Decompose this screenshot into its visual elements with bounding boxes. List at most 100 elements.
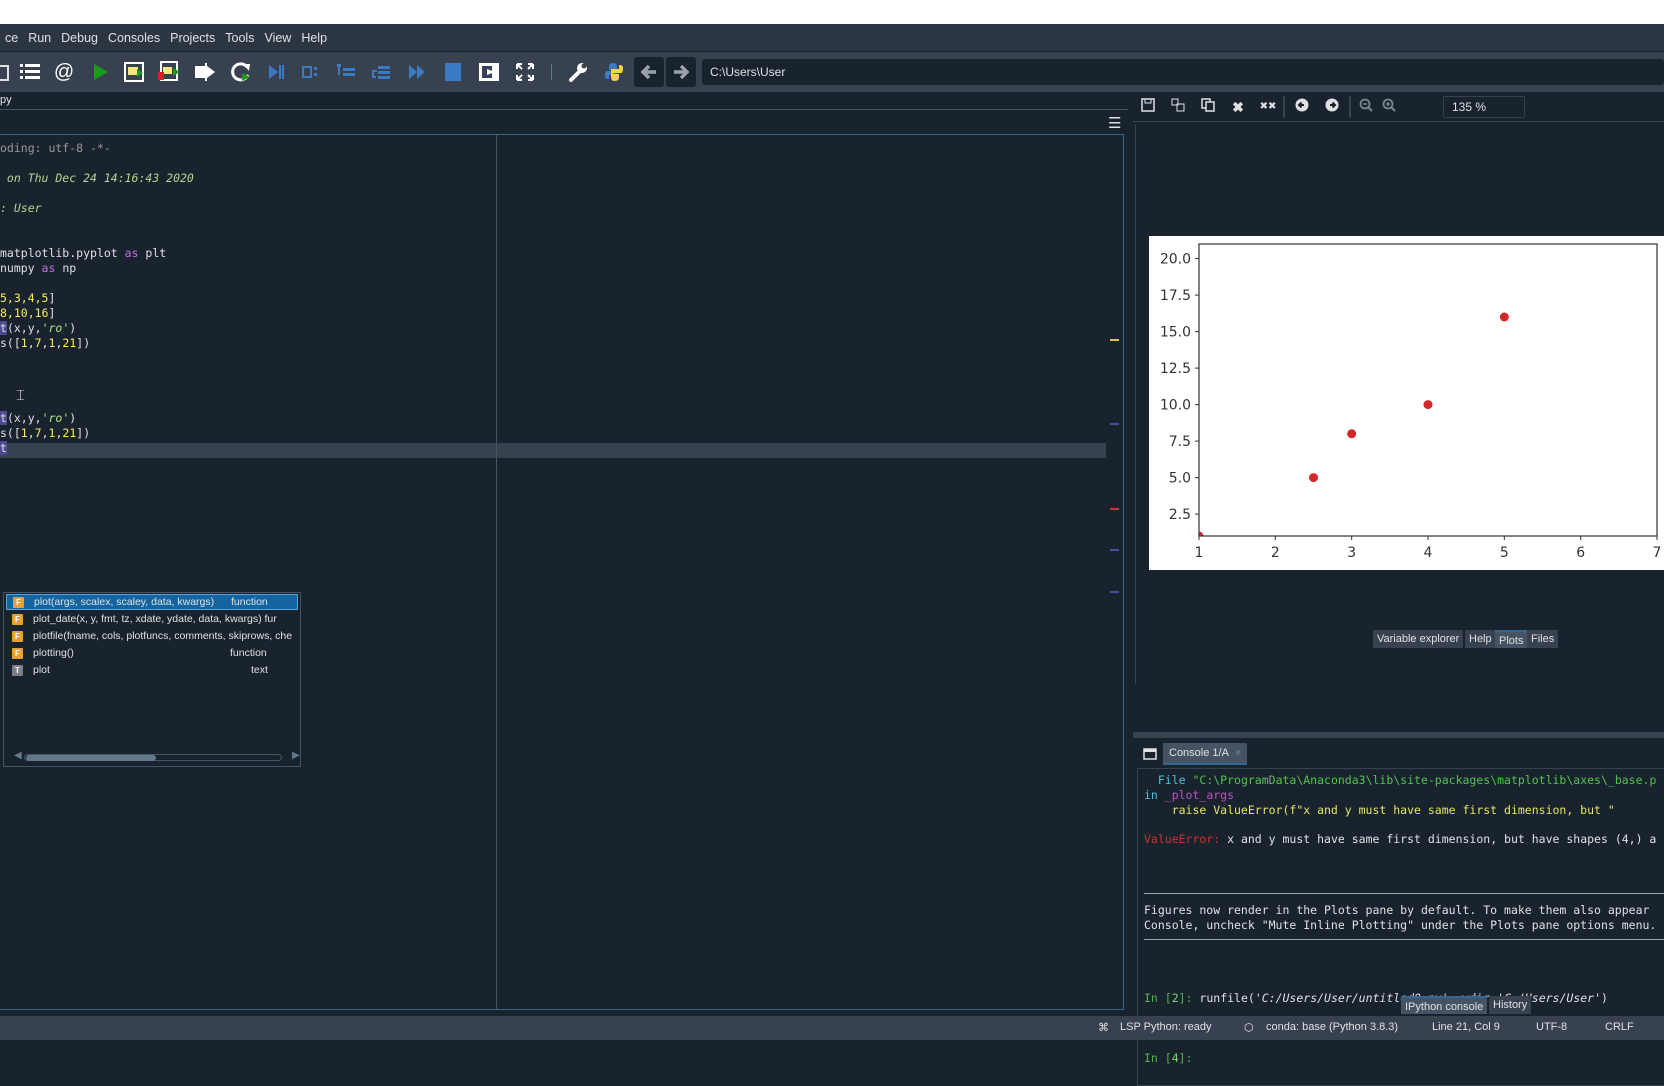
conda-env-status[interactable]: conda: base (Python 3.8.3) [1266,1021,1398,1033]
code-line[interactable]: on Thu Dec 24 14:16:43 2020 [0,171,194,186]
outline-icon[interactable] [16,58,44,86]
code-line[interactable] [0,231,194,246]
zoom-in-icon[interactable] [1378,97,1400,117]
working-directory-input[interactable]: C:\Users\User [702,59,1664,85]
traceback-file-line: File "C:\ProgramData\Anaconda3\lib\site-… [1157,773,1657,787]
python-path-icon[interactable] [600,58,628,86]
code-text[interactable]: oding: utf-8 -*- on Thu Dec 24 14:16:43 … [0,141,194,456]
autocomplete-item[interactable]: F plot_date(x, y, fmt, tz, xdate, ydate,… [6,611,298,627]
tab-ipython-console[interactable]: IPython console [1401,996,1488,1014]
code-line[interactable]: t(x,y,'ro') [0,321,194,336]
edge-line [496,135,497,1009]
menu-debug[interactable]: Debug [56,31,103,45]
code-line[interactable] [0,366,194,381]
copy-icon[interactable] [1197,97,1219,117]
run-selection-icon[interactable] [191,58,219,86]
autocomplete-item[interactable]: F plotfile(fname, cols, plotfuncs, comme… [6,628,298,644]
pane-splitter[interactable] [1133,732,1664,738]
zoom-level-field[interactable]: 135 % [1443,96,1525,118]
right-pane: ✖ ✖✖ 135 % 2.5 5.0 7.5 10.0 12.5 15.0 17.5 20.0… [1133,92,1664,1086]
scroll-marker-occurrence [1110,591,1119,593]
menu-projects[interactable]: Projects [165,31,220,45]
editor-options-menu-icon[interactable]: ☰ [1108,114,1121,132]
stop-icon[interactable] [439,58,467,86]
code-line[interactable]: : User [0,201,194,216]
autocomplete-item[interactable]: F plot(args, scalex, scaley, data, kwarg… [6,594,298,610]
code-line[interactable]: matplotlib.pyplot as plt [0,246,194,261]
close-icon[interactable]: ✖ [1227,97,1249,117]
maximize-pane-icon[interactable] [475,58,503,86]
code-line[interactable] [0,396,194,411]
code-line[interactable]: t(x,y,'ro') [0,411,194,426]
code-line[interactable]: s([1,7,1,21]) [0,336,194,351]
tab-help[interactable]: Help [1465,630,1496,648]
menu-tools[interactable]: Tools [220,31,259,45]
autocomplete-item[interactable]: F plotting() function [6,645,298,661]
debug-step-icon[interactable] [262,58,290,86]
traceback-in-line: in _plot_args [1144,788,1235,802]
code-line[interactable]: t [0,441,194,456]
close-tab-icon[interactable]: × [1235,747,1241,759]
scroll-left-icon[interactable]: ◀ [14,750,22,761]
save-icon[interactable] [1137,97,1159,117]
next-icon[interactable] [1321,97,1343,117]
function-badge-icon: F [12,647,23,659]
code-line[interactable] [0,186,194,201]
scrollbar-thumb[interactable] [26,755,156,761]
close-all-icon[interactable]: ✖✖ [1257,97,1279,117]
code-line[interactable]: 5,3,4,5] [0,291,194,306]
run-cell-advance-icon[interactable] [155,58,183,86]
save-all-icon[interactable] [0,58,16,86]
code-line[interactable] [0,276,194,291]
fullscreen-icon[interactable] [511,58,539,86]
forward-arrow-icon[interactable] [666,57,696,87]
lsp-status-icon: ⌘ [1098,1022,1109,1034]
code-line[interactable] [0,216,194,231]
step-return-icon[interactable] [367,58,395,86]
run-cell-icon[interactable] [120,58,148,86]
tab-files[interactable]: Files [1527,630,1559,648]
tab-history[interactable]: History [1489,996,1532,1014]
y-tick-label: 7.5 [1169,434,1191,450]
file-tab-label[interactable]: py [0,94,12,106]
at-icon[interactable]: @ [50,58,78,86]
back-arrow-icon[interactable] [634,57,664,87]
code-editor[interactable]: oding: utf-8 -*- on Thu Dec 24 14:16:43 … [0,134,1124,1010]
tab-variable-explorer[interactable]: Variable explorer [1373,630,1464,648]
previous-icon[interactable] [1291,97,1313,117]
tab-plots[interactable]: Plots [1495,630,1528,648]
menu-view[interactable]: View [259,31,296,45]
tab-console-1a[interactable]: Console 1/A × [1163,743,1247,765]
menu-source[interactable]: ce [0,31,23,45]
code-line[interactable]: 8,10,16] [0,306,194,321]
code-line[interactable]: oding: utf-8 -*- [0,141,194,156]
console-options-icon[interactable] [1143,747,1157,765]
menu-consoles[interactable]: Consoles [103,31,165,45]
plot-figure[interactable]: 2.5 5.0 7.5 10.0 12.5 15.0 17.5 20.0 1 2 3 4 5 6 7 [1149,236,1664,570]
preferences-wrench-icon[interactable] [564,58,592,86]
console-input-prompt[interactable]: In [4]: [1144,1051,1199,1065]
step-into-icon[interactable] [332,58,360,86]
menu-help[interactable]: Help [296,31,332,45]
debug-cell-icon[interactable] [297,58,325,86]
scroll-right-icon[interactable]: ▶ [292,750,300,761]
menu-run[interactable]: Run [23,31,56,45]
code-line[interactable] [0,381,194,396]
plots-toolbar: ✖ ✖✖ 135 % [1133,92,1664,122]
run-icon[interactable] [86,58,114,86]
save-all-icon[interactable] [1167,97,1189,117]
continue-icon[interactable] [403,58,431,86]
y-tick-label: 20.0 [1160,252,1191,268]
rerun-icon[interactable] [227,58,255,86]
x-tick-label: 6 [1576,545,1585,561]
lsp-status[interactable]: LSP Python: ready [1120,1021,1212,1033]
autocomplete-item[interactable]: T plot text [6,662,298,678]
code-line[interactable]: numpy as np [0,261,194,276]
autocomplete-horizontal-scrollbar[interactable]: ◀ ▶ [14,750,300,762]
code-line[interactable] [0,156,194,171]
text-cursor-icon: ⌶ [16,387,26,404]
code-line[interactable]: s([1,7,1,21]) [0,426,194,441]
function-badge-icon: F [12,613,23,625]
code-line[interactable] [0,351,194,366]
zoom-out-icon[interactable] [1355,97,1377,117]
